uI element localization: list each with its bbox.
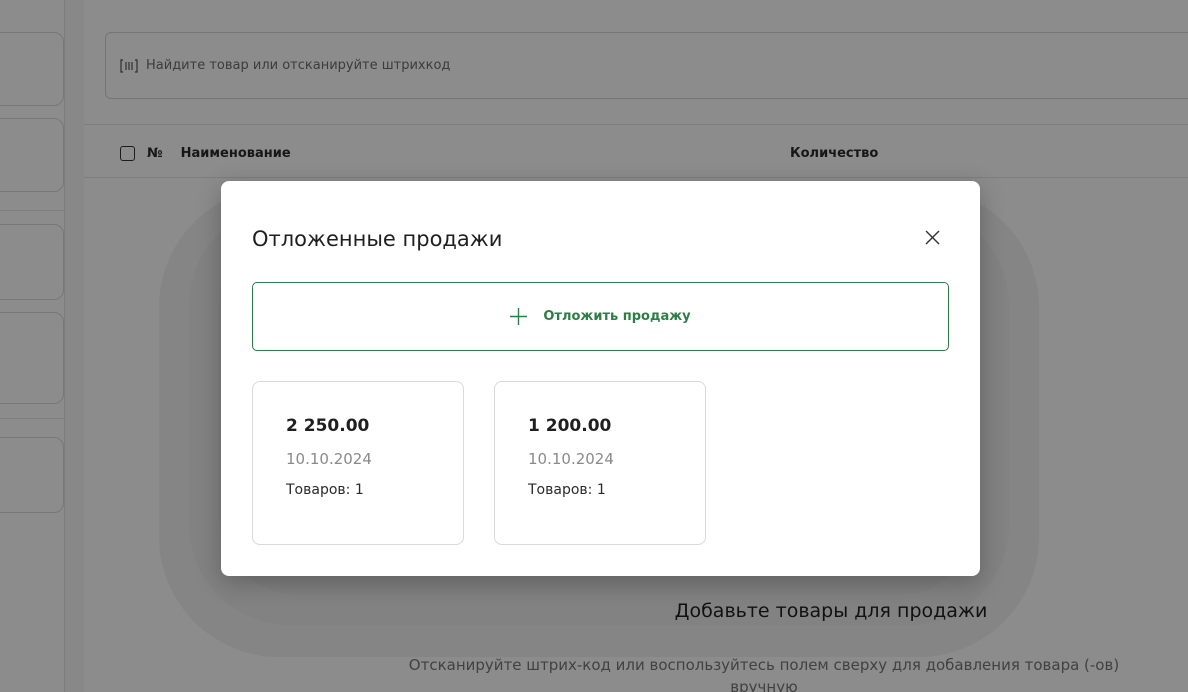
sale-date: 10.10.2024 <box>528 450 614 468</box>
postponed-sale-card[interactable]: 1 200.00 10.10.2024 Товаров: 1 <box>494 381 706 545</box>
postpone-sale-button[interactable]: Отложить продажу <box>252 282 949 351</box>
postponed-sales-modal: Отложенные продажи Отложить продажу 2 25… <box>221 181 980 576</box>
postpone-sale-label: Отложить продажу <box>543 309 691 324</box>
postponed-sale-card[interactable]: 2 250.00 10.10.2024 Товаров: 1 <box>252 381 464 545</box>
sale-date: 10.10.2024 <box>286 450 372 468</box>
plus-icon <box>510 308 528 325</box>
sale-amount: 2 250.00 <box>286 416 370 436</box>
sale-amount: 1 200.00 <box>528 416 612 436</box>
sale-items-count: Товаров: 1 <box>286 482 364 498</box>
close-button[interactable] <box>920 227 944 251</box>
sale-items-count: Товаров: 1 <box>528 482 606 498</box>
close-icon <box>925 230 940 249</box>
modal-title: Отложенные продажи <box>252 227 503 251</box>
